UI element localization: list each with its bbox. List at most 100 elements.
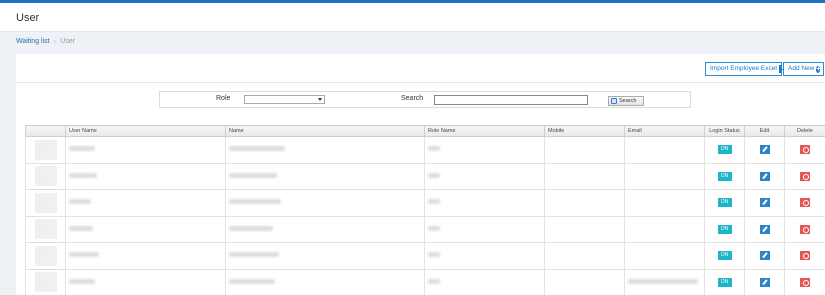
content-panel: Import Employee Excel Add New + Role Sea… bbox=[16, 54, 825, 295]
delete-cell bbox=[784, 215, 825, 243]
email-cell bbox=[624, 215, 705, 243]
edit-cell bbox=[744, 215, 785, 243]
redacted-text bbox=[229, 172, 277, 178]
login-status-toggle[interactable]: ON bbox=[717, 145, 732, 155]
delete-cell bbox=[784, 136, 825, 164]
login-status-toggle[interactable]: ON bbox=[717, 277, 732, 287]
delete-icon[interactable] bbox=[800, 277, 810, 287]
delete-cell bbox=[784, 162, 825, 190]
edit-icon[interactable] bbox=[759, 145, 770, 155]
edit-icon[interactable] bbox=[759, 171, 770, 181]
role-name-cell bbox=[424, 162, 545, 190]
edit-icon[interactable] bbox=[759, 198, 770, 208]
mobile-cell bbox=[544, 215, 625, 243]
role-name-cell bbox=[424, 242, 545, 270]
column-header-user-name[interactable]: User Name bbox=[65, 125, 226, 137]
redacted-text bbox=[428, 146, 440, 152]
search-button[interactable]: Search bbox=[608, 96, 644, 106]
name-cell bbox=[225, 189, 425, 217]
email-cell bbox=[624, 136, 705, 164]
user-name-cell bbox=[65, 136, 226, 164]
name-cell bbox=[225, 242, 425, 270]
login-status-toggle[interactable]: ON bbox=[717, 224, 732, 234]
user-name-cell bbox=[65, 215, 226, 243]
column-header-login-status: Login Status bbox=[704, 125, 745, 137]
role-select[interactable] bbox=[244, 95, 325, 104]
login-status-toggle[interactable]: ON bbox=[717, 198, 732, 208]
chevron-down-icon bbox=[318, 98, 322, 101]
user-name-cell bbox=[65, 189, 226, 217]
edit-cell bbox=[744, 189, 785, 217]
avatar-cell: ··· bbox=[25, 242, 66, 270]
column-header-email[interactable]: Email bbox=[624, 125, 705, 137]
avatar-cell: ··· bbox=[25, 136, 66, 164]
delete-icon[interactable] bbox=[800, 224, 810, 234]
redacted-text bbox=[69, 278, 95, 284]
redacted-text bbox=[628, 278, 698, 284]
name-cell bbox=[225, 268, 425, 295]
mobile-cell bbox=[544, 242, 625, 270]
search-label: Search bbox=[401, 95, 424, 102]
column-header-role-name[interactable]: Role Name bbox=[424, 125, 545, 137]
role-label: Role bbox=[216, 95, 231, 102]
email-cell bbox=[624, 268, 705, 295]
login-status-cell: ON bbox=[704, 162, 745, 190]
avatar-cell: ··· bbox=[25, 268, 66, 295]
user-table: User Name Name Role Name Mobile Email Lo… bbox=[25, 125, 825, 295]
mobile-cell bbox=[544, 162, 625, 190]
redacted-text bbox=[229, 252, 279, 258]
redacted-text bbox=[229, 278, 275, 284]
delete-cell bbox=[784, 189, 825, 217]
delete-cell bbox=[784, 268, 825, 295]
breadcrumb: Waiting list » User bbox=[16, 38, 75, 45]
add-new-button[interactable]: Add New + bbox=[783, 62, 824, 76]
column-header-edit: Edit bbox=[744, 125, 785, 137]
table-header-row: User Name Name Role Name Mobile Email Lo… bbox=[25, 125, 825, 137]
add-button-label: Add New bbox=[788, 65, 815, 72]
page-title: User bbox=[16, 12, 40, 24]
table-row: ··· ON bbox=[25, 215, 825, 243]
plus-icon: + bbox=[816, 65, 821, 73]
column-header-delete: Delete bbox=[784, 125, 825, 137]
column-header-mobile[interactable]: Mobile bbox=[544, 125, 625, 137]
redacted-text bbox=[69, 146, 95, 152]
delete-icon[interactable] bbox=[800, 198, 810, 208]
login-status-toggle[interactable]: ON bbox=[717, 171, 732, 181]
redacted-text bbox=[69, 199, 91, 205]
redacted-text bbox=[69, 252, 99, 258]
mobile-cell bbox=[544, 136, 625, 164]
search-button-label: Search bbox=[619, 98, 637, 104]
table-row: ··· ON bbox=[25, 189, 825, 217]
divider bbox=[16, 82, 825, 83]
redacted-text bbox=[428, 199, 440, 205]
edit-icon[interactable] bbox=[759, 277, 770, 287]
delete-icon[interactable] bbox=[800, 251, 810, 261]
mobile-cell bbox=[544, 189, 625, 217]
delete-cell bbox=[784, 242, 825, 270]
table-row: ··· ON bbox=[25, 162, 825, 190]
redacted-text bbox=[428, 172, 440, 178]
avatar: ··· bbox=[35, 245, 57, 266]
delete-icon[interactable] bbox=[800, 171, 810, 181]
document-icon bbox=[778, 65, 784, 73]
email-cell bbox=[624, 242, 705, 270]
avatar: ··· bbox=[35, 272, 57, 293]
login-status-cell: ON bbox=[704, 215, 745, 243]
column-header-name[interactable]: Name bbox=[225, 125, 425, 137]
delete-icon[interactable] bbox=[800, 145, 810, 155]
redacted-text bbox=[69, 225, 93, 231]
role-name-cell bbox=[424, 136, 545, 164]
edit-cell bbox=[744, 242, 785, 270]
email-cell bbox=[624, 189, 705, 217]
breadcrumb-waiting-list-link[interactable]: Waiting list bbox=[16, 38, 50, 45]
name-cell bbox=[225, 215, 425, 243]
breadcrumb-separator: » bbox=[53, 39, 57, 45]
login-status-toggle[interactable]: ON bbox=[717, 251, 732, 261]
name-cell bbox=[225, 136, 425, 164]
search-input[interactable] bbox=[434, 95, 588, 105]
edit-icon[interactable] bbox=[759, 251, 770, 261]
import-employee-excel-button[interactable]: Import Employee Excel bbox=[705, 62, 784, 76]
edit-icon[interactable] bbox=[759, 224, 770, 234]
role-name-cell bbox=[424, 268, 545, 295]
name-cell bbox=[225, 162, 425, 190]
